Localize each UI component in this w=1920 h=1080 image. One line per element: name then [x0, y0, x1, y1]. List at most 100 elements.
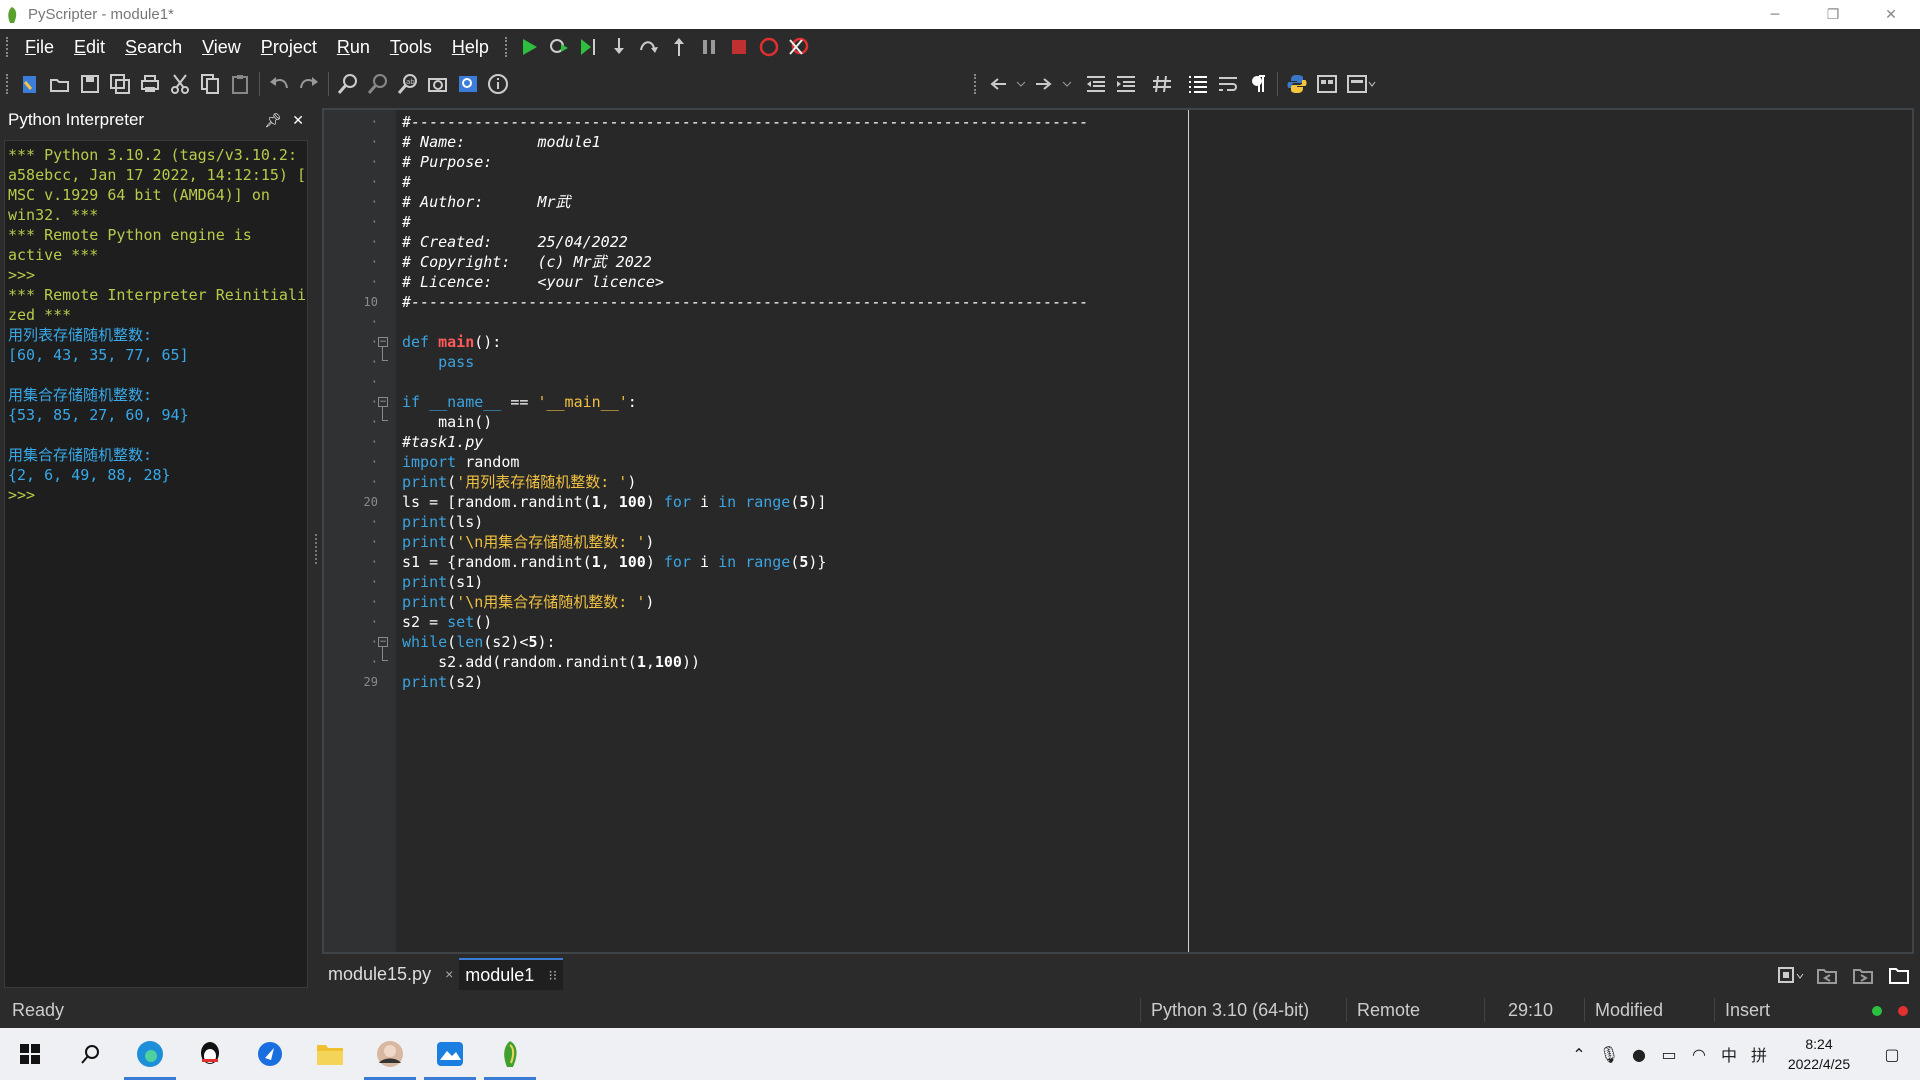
close-panel-icon[interactable]: ✕	[292, 112, 304, 129]
clear-breakpoints-icon[interactable]	[784, 32, 814, 62]
code-line[interactable]: # Purpose:	[402, 152, 492, 172]
comment-icon[interactable]	[1147, 69, 1177, 99]
show-special-chars-icon[interactable]	[1243, 69, 1273, 99]
code-line[interactable]: # Author: Mr武	[402, 192, 571, 212]
find-icon[interactable]	[333, 69, 363, 99]
code-area[interactable]: #---------------------------------------…	[396, 110, 1914, 952]
copy-icon[interactable]	[195, 69, 225, 99]
code-line[interactable]: # Name: module1	[402, 132, 601, 152]
layout-icon[interactable]	[1312, 69, 1342, 99]
code-line[interactable]: pass	[402, 352, 474, 372]
interpreter-output[interactable]: *** Python 3.10.2 (tags/v3.10.2: a58ebcc,…	[4, 140, 308, 988]
find-next-icon[interactable]	[363, 69, 393, 99]
code-line[interactable]: print(ls)	[402, 512, 483, 532]
tray-expand-icon[interactable]: ⌃	[1564, 1045, 1594, 1064]
debug-icon[interactable]	[544, 32, 574, 62]
split-view-dropdown-icon[interactable]	[1342, 69, 1380, 99]
qq-icon[interactable]	[180, 1028, 240, 1080]
menu-view[interactable]: View	[192, 37, 251, 58]
run-to-cursor-icon[interactable]	[574, 32, 604, 62]
previous-tab-icon[interactable]	[1812, 960, 1842, 990]
indent-icon[interactable]	[1111, 69, 1141, 99]
open-file-icon[interactable]	[45, 69, 75, 99]
panel-splitter[interactable]	[312, 104, 322, 992]
code-line[interactable]: print('\n用集合存储随机整数: ')	[402, 532, 654, 552]
code-line[interactable]: #	[402, 212, 411, 232]
restore-button[interactable]: ❐	[1804, 0, 1862, 29]
code-line[interactable]: print('\n用集合存储随机整数: ')	[402, 592, 654, 612]
stop-icon[interactable]	[724, 32, 754, 62]
code-line[interactable]: main()	[402, 412, 492, 432]
fold-toggle-icon[interactable]: −	[378, 337, 388, 347]
paste-icon[interactable]	[225, 69, 255, 99]
code-editor[interactable]: · · · · · · · · · 10 · · · · · · · · · 20 · · · · · · · · 29 − − − #---…	[322, 108, 1914, 954]
code-line[interactable]: def main():	[402, 332, 501, 352]
code-line[interactable]: s1 = {random.randint(1, 100) for i in ra…	[402, 552, 826, 572]
save-icon[interactable]	[75, 69, 105, 99]
status-python-version[interactable]: Python 3.10 (64-bit)	[1140, 998, 1319, 1022]
code-line[interactable]: # Created: 25/04/2022	[402, 232, 628, 252]
edge-browser-icon[interactable]	[120, 1028, 180, 1080]
line-numbers-icon[interactable]	[1183, 69, 1213, 99]
avatar-app-icon[interactable]	[360, 1028, 420, 1080]
forward-dropdown-icon[interactable]	[1059, 69, 1075, 99]
toggle-breakpoint-icon[interactable]	[754, 32, 784, 62]
line-number-gutter[interactable]: · · · · · · · · · 10 · · · · · · · · · 20 · · · · · · · · 29 − − −	[324, 110, 396, 952]
print-icon[interactable]	[135, 69, 165, 99]
save-all-icon[interactable]	[105, 69, 135, 99]
menu-search[interactable]: Search	[115, 37, 192, 58]
code-line[interactable]: s2.add(random.randint(1,100))	[402, 652, 700, 672]
start-button[interactable]	[0, 1028, 60, 1080]
pyscripter-taskbar-icon[interactable]	[480, 1028, 540, 1080]
code-line[interactable]: s2 = set()	[402, 612, 492, 632]
taskbar-search-icon[interactable]	[60, 1028, 120, 1080]
minimize-button[interactable]: ─	[1746, 0, 1804, 29]
code-line[interactable]: print(s1)	[402, 572, 483, 592]
tab-grip-icon[interactable]: ⁝⁝	[548, 967, 557, 984]
replace-icon[interactable]: ab	[393, 69, 423, 99]
step-into-icon[interactable]	[604, 32, 634, 62]
pin-icon[interactable]: 📌︎	[264, 112, 282, 129]
qq-tray-icon[interactable]: ●	[1624, 1045, 1654, 1064]
menu-run[interactable]: Run	[327, 37, 380, 58]
back-dropdown-icon[interactable]	[1013, 69, 1029, 99]
battery-icon[interactable]: ▭	[1654, 1045, 1684, 1064]
status-engine[interactable]: Remote	[1346, 998, 1430, 1022]
photos-app-icon[interactable]	[420, 1028, 480, 1080]
undo-icon[interactable]	[264, 69, 294, 99]
tab-module1[interactable]: module1 ⁝⁝	[459, 958, 564, 990]
close-tab-icon[interactable]: ×	[445, 966, 453, 982]
code-line[interactable]: import random	[402, 452, 519, 472]
step-out-icon[interactable]	[664, 32, 694, 62]
next-tab-icon[interactable]	[1848, 960, 1878, 990]
step-over-icon[interactable]	[634, 32, 664, 62]
python-icon[interactable]	[1282, 69, 1312, 99]
notification-center-icon[interactable]: ▢	[1864, 1045, 1920, 1064]
code-line[interactable]: print(s2)	[402, 672, 483, 692]
ime-mode-indicator[interactable]: 拼	[1744, 1042, 1774, 1066]
menu-project[interactable]: Project	[251, 37, 327, 58]
forward-icon[interactable]	[1029, 69, 1059, 99]
code-line[interactable]: #	[402, 172, 411, 192]
pause-icon[interactable]	[694, 32, 724, 62]
find-in-files-icon[interactable]	[423, 69, 453, 99]
back-icon[interactable]	[983, 69, 1013, 99]
menu-file[interactable]: File	[15, 37, 64, 58]
code-line[interactable]: while(len(s2)<5):	[402, 632, 556, 652]
code-line[interactable]: if __name__ == '__main__':	[402, 392, 637, 412]
tab-module15[interactable]: module15.py ×	[322, 958, 459, 990]
run-icon[interactable]	[514, 32, 544, 62]
code-line[interactable]: #task1.py	[402, 432, 483, 452]
menu-tools[interactable]: Tools	[380, 37, 442, 58]
wifi-icon[interactable]: ◠	[1684, 1045, 1714, 1064]
menu-edit[interactable]: Edit	[64, 37, 115, 58]
fold-toggle-icon[interactable]: −	[378, 397, 388, 407]
code-line[interactable]: #---------------------------------------…	[402, 292, 1088, 312]
ime-language-indicator[interactable]: 中	[1714, 1042, 1744, 1066]
microphone-icon[interactable]: 🎙︎	[1594, 1045, 1624, 1064]
code-line[interactable]: ls = [random.randint(1, 100) for i in ra…	[402, 492, 826, 512]
menu-help[interactable]: Help	[442, 37, 499, 58]
fold-toggle-icon[interactable]: −	[378, 637, 388, 647]
redo-icon[interactable]	[294, 69, 324, 99]
new-tab-folder-icon[interactable]	[1884, 960, 1914, 990]
